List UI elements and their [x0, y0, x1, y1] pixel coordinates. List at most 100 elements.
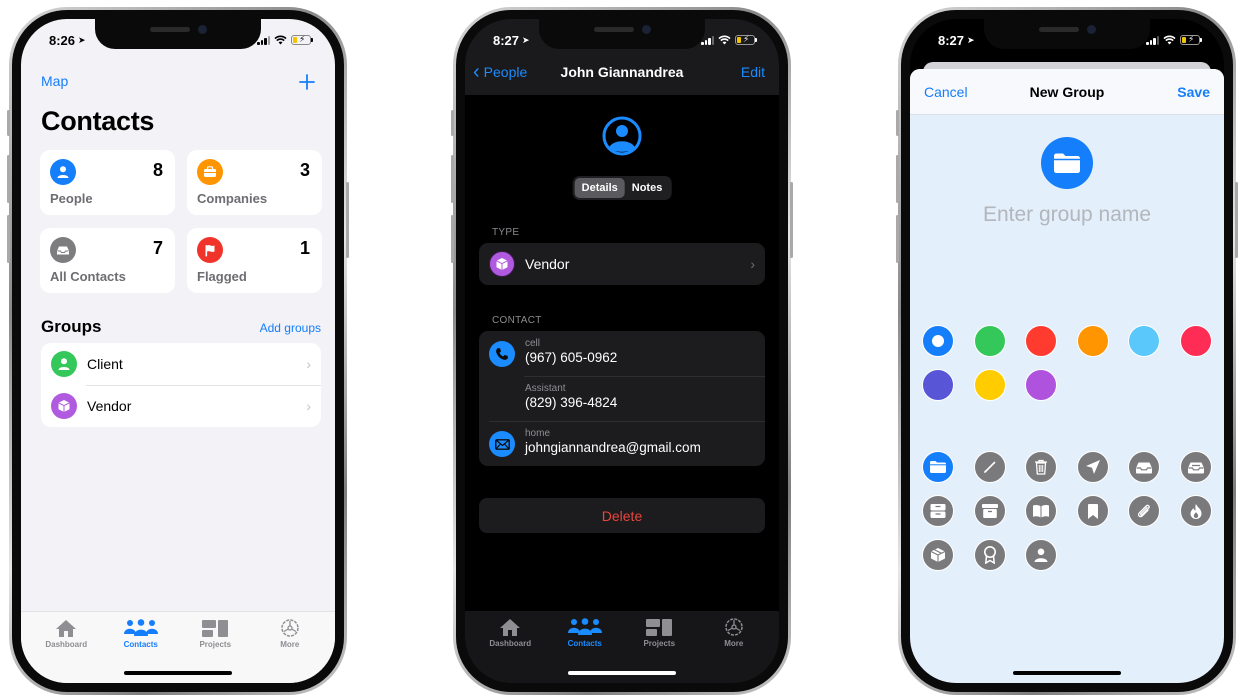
page-title: Contacts	[41, 106, 155, 136]
group-name-input[interactable]	[930, 203, 1204, 227]
back-button[interactable]: ‹ People	[473, 61, 528, 83]
tab-label: Dashboard	[45, 640, 88, 649]
icon-option-tray-full[interactable]	[1179, 451, 1212, 483]
contact-kind: cell	[525, 338, 541, 349]
tab-more[interactable]: More	[259, 618, 321, 683]
icon-option-trash[interactable]	[1025, 451, 1058, 483]
paperplane-icon	[1085, 460, 1100, 474]
notch	[984, 19, 1150, 49]
group-row-client[interactable]: Client ›	[41, 343, 321, 385]
contact-row-assistant[interactable]: Assistant (829) 396-4824	[479, 376, 765, 421]
home-indicator[interactable]	[124, 671, 232, 675]
tab-label: More	[280, 640, 300, 649]
tile-people[interactable]: 8 People	[40, 150, 175, 215]
flag-icon	[197, 237, 223, 263]
delete-contact-button[interactable]: Delete	[479, 498, 765, 533]
tile-label: People	[50, 191, 93, 206]
icon-option-person[interactable]	[1025, 539, 1058, 571]
tab-dashboard[interactable]: Dashboard	[479, 617, 541, 683]
tab-more[interactable]: More	[703, 617, 765, 683]
type-value: Vendor	[525, 256, 570, 272]
new-group-sheet: Cancel New Group Save	[910, 69, 1224, 683]
color-swatch[interactable]	[1076, 325, 1109, 357]
person-icon	[1034, 548, 1048, 562]
color-swatch[interactable]	[973, 325, 1006, 357]
icon-option-flame[interactable]	[1179, 495, 1212, 527]
group-name: Client	[87, 356, 123, 372]
segment-details[interactable]: Details	[574, 178, 625, 198]
phone-frame-contact-detail: 8:27 ➤ ⚡ ‹ People John Giannandrea Edit	[451, 7, 793, 695]
tab-label: More	[724, 639, 744, 648]
back-label: People	[483, 64, 528, 80]
person-circle-icon	[602, 116, 642, 156]
person-icon	[50, 159, 76, 185]
home-indicator[interactable]	[1013, 671, 1121, 675]
type-row[interactable]: Vendor ›	[479, 243, 765, 285]
save-button[interactable]: Save	[1177, 84, 1210, 100]
tab-label: Contacts	[567, 639, 602, 648]
color-swatch[interactable]	[1025, 325, 1058, 357]
status-time: 8:26	[49, 32, 76, 48]
paperclip-icon	[1138, 504, 1151, 518]
flame-icon	[1190, 503, 1202, 519]
tile-all-contacts[interactable]: 7 All Contacts	[40, 228, 175, 293]
icon-option-tray[interactable]	[1128, 451, 1161, 483]
group-row-vendor[interactable]: Vendor ›	[41, 385, 321, 427]
icon-option-box[interactable]	[922, 539, 954, 571]
icon-option-paperclip[interactable]	[1128, 495, 1161, 527]
contact-value: johngiannandrea@gmail.com	[525, 440, 701, 455]
cancel-button[interactable]: Cancel	[924, 84, 968, 100]
icon-option-pencil[interactable]	[973, 451, 1006, 483]
battery-charging-icon: ⚡	[735, 34, 757, 45]
wifi-icon	[718, 35, 731, 45]
icon-option-book[interactable]	[1025, 495, 1058, 527]
icon-option-bookmark[interactable]	[1076, 495, 1109, 527]
color-swatch[interactable]	[922, 369, 954, 401]
color-swatch[interactable]	[1179, 325, 1212, 357]
projects-icon	[202, 618, 229, 638]
chevron-left-icon: ‹	[473, 61, 480, 83]
volume-up-button	[896, 155, 899, 203]
pencil-icon	[983, 461, 995, 473]
color-swatch[interactable]	[922, 325, 954, 357]
icon-option-archivebox[interactable]	[973, 495, 1006, 527]
edit-button[interactable]: Edit	[741, 64, 765, 80]
color-swatch[interactable]	[1025, 369, 1058, 401]
tray-2-icon	[930, 504, 946, 518]
status-time: 8:27	[938, 32, 965, 48]
silent-switch	[7, 110, 10, 136]
contact-row-cell[interactable]: cell (967) 605-0962	[479, 331, 765, 376]
tile-companies[interactable]: 3 Companies	[187, 150, 322, 215]
silent-switch	[451, 110, 454, 136]
notch	[539, 19, 705, 49]
add-groups-link[interactable]: Add groups	[260, 321, 321, 335]
group-icon-preview	[1041, 137, 1093, 189]
phone-frame-new-group: 8:27 ➤ ⚡ Cancel New Group Save	[896, 7, 1238, 695]
contact-kind: home	[525, 428, 551, 439]
tab-label: Contacts	[123, 640, 158, 649]
contacts-screen: 8:26 ➤ ⚡ Map Contacts 8 People 3 Compani…	[21, 19, 335, 683]
contact-value: (967) 605-0962	[525, 350, 618, 365]
color-swatch[interactable]	[973, 369, 1006, 401]
map-link[interactable]: Map	[41, 73, 68, 89]
box-icon	[489, 251, 515, 277]
tile-flagged[interactable]: 1 Flagged	[187, 228, 322, 293]
new-group-screen: 8:27 ➤ ⚡ Cancel New Group Save	[910, 19, 1224, 683]
icon-option-rosette[interactable]	[973, 539, 1006, 571]
tile-count: 1	[299, 238, 310, 258]
tile-count: 8	[152, 160, 163, 180]
house-icon	[55, 618, 77, 638]
icon-option-tray-2[interactable]	[922, 495, 954, 527]
gear-icon	[280, 618, 300, 638]
icon-option-folder[interactable]	[922, 451, 954, 483]
add-contact-button[interactable]	[299, 71, 315, 91]
status-time: 8:27	[493, 32, 520, 48]
color-swatch[interactable]	[1128, 325, 1161, 357]
icon-option-paperplane[interactable]	[1076, 451, 1109, 483]
power-button	[1235, 182, 1238, 258]
home-indicator[interactable]	[568, 671, 676, 675]
tab-dashboard[interactable]: Dashboard	[35, 618, 97, 683]
segment-notes[interactable]: Notes	[625, 178, 670, 198]
volume-down-button	[7, 215, 10, 263]
contact-row-email[interactable]: home johngiannandrea@gmail.com	[479, 421, 765, 466]
